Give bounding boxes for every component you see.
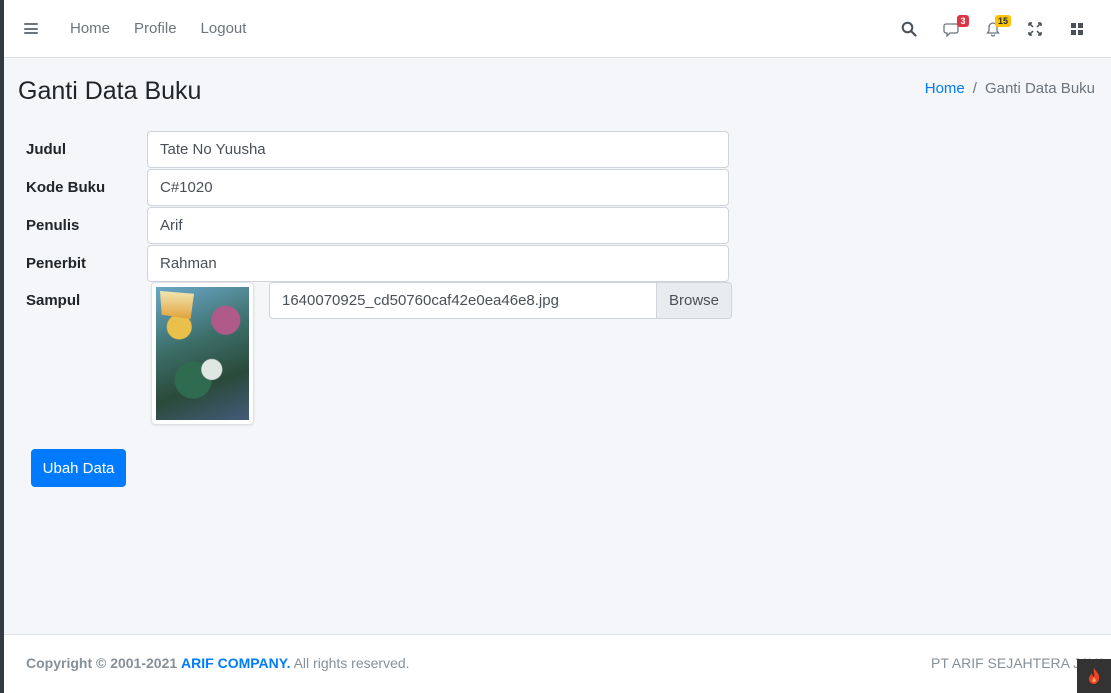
- flame-logo-icon: [1077, 659, 1111, 693]
- navbar-left: Home Profile Logout: [4, 0, 270, 57]
- kode-buku-label: Kode Buku: [26, 179, 106, 196]
- breadcrumb-separator: /: [972, 80, 977, 97]
- kode-buku-input[interactable]: [147, 169, 729, 206]
- nav-link-home[interactable]: Home: [70, 20, 110, 37]
- cover-image: [156, 287, 249, 420]
- cover-thumbnail: [151, 282, 254, 425]
- breadcrumb-home-link[interactable]: Home: [925, 80, 965, 97]
- judul-label: Judul: [26, 141, 66, 158]
- breadcrumb-current: Ganti Data Buku: [984, 80, 1095, 97]
- sampul-label: Sampul: [26, 292, 81, 309]
- search-icon[interactable]: [899, 19, 919, 39]
- nav-link-logout[interactable]: Logout: [201, 20, 247, 37]
- footer: Copyright © 2001-2021 ARIF COMPANY. All …: [4, 634, 1111, 693]
- copyright-suffix: All rights reserved.: [293, 655, 410, 671]
- navbar-right: 3 15: [877, 0, 1111, 57]
- form-row-penerbit: Penerbit: [26, 245, 729, 282]
- breadcrumb: Home / Ganti Data Buku: [925, 80, 1095, 97]
- penulis-input[interactable]: [147, 207, 729, 244]
- nav-link-profile[interactable]: Profile: [134, 20, 177, 37]
- content-header: Ganti Data Buku Home / Ganti Data Buku: [4, 58, 1111, 124]
- penulis-label: Penulis: [26, 217, 80, 234]
- judul-input[interactable]: [147, 131, 729, 168]
- fullscreen-icon[interactable]: [1025, 19, 1045, 39]
- browse-button[interactable]: Browse: [656, 283, 731, 318]
- messages-badge: 3: [957, 14, 969, 27]
- penerbit-input[interactable]: [147, 245, 729, 282]
- page-title: Ganti Data Buku: [18, 77, 202, 105]
- top-navbar: Home Profile Logout 3 15: [4, 0, 1111, 58]
- company-link[interactable]: ARIF COMPANY.: [181, 655, 290, 671]
- copyright-prefix: Copyright © 2001-2021: [26, 655, 178, 671]
- copyright-text: Copyright © 2001-2021 ARIF COMPANY. All …: [26, 655, 410, 671]
- form-row-penulis: Penulis: [26, 207, 729, 244]
- messages-icon[interactable]: 3: [941, 14, 969, 39]
- grid-icon[interactable]: [1067, 19, 1087, 39]
- menu-toggle-icon[interactable]: [24, 23, 38, 34]
- bell-icon[interactable]: 15: [983, 14, 1011, 39]
- form-row-kode: Kode Buku: [26, 169, 729, 206]
- form-row-judul: Judul: [26, 131, 729, 168]
- notifications-badge: 15: [994, 14, 1011, 27]
- file-input-group[interactable]: 1640070925_cd50760caf42e0ea46e8.jpg Brow…: [269, 282, 732, 319]
- file-name-display[interactable]: 1640070925_cd50760caf42e0ea46e8.jpg: [270, 283, 656, 318]
- ubah-data-button[interactable]: Ubah Data: [31, 449, 126, 487]
- penerbit-label: Penerbit: [26, 255, 87, 272]
